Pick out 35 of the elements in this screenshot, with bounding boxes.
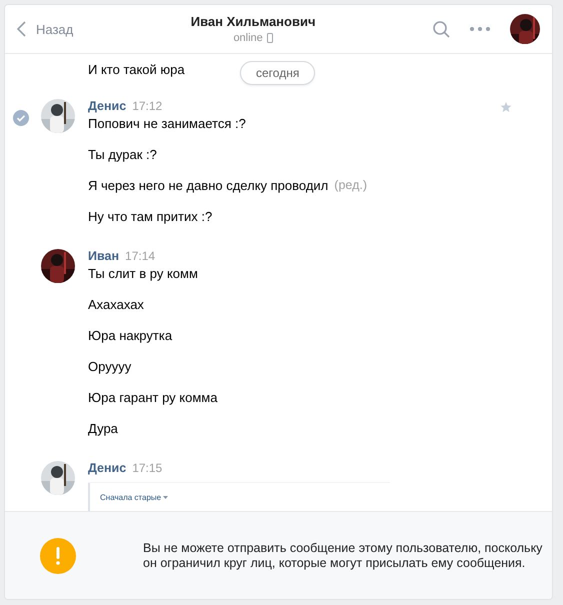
- chevron-left-icon: [17, 21, 26, 37]
- message-group[interactable]: Иван 17:14 Ты слит в ру комм Ахахахах Юра накрутка Оруууу Юра гарант ру комма Дура: [5, 235, 552, 447]
- message-text: И кто такой юра: [88, 62, 185, 77]
- search-button[interactable]: [433, 20, 450, 38]
- caret-icon: [163, 496, 168, 499]
- author-name[interactable]: Иван: [88, 249, 120, 263]
- message-text: Юра накрутка: [88, 328, 172, 345]
- message-text: Попович не занимается :?: [88, 116, 246, 133]
- more-button[interactable]: [470, 27, 490, 31]
- message-text: Оруууу: [88, 359, 132, 376]
- star-icon[interactable]: [500, 101, 512, 113]
- message-text: Ну что там притих :?: [88, 209, 212, 226]
- message-time: 17:15: [132, 461, 162, 475]
- edited-label: (ред.): [334, 178, 368, 194]
- message-group[interactable]: Денис 17:12 Попович не занимается :? Ты дурак :? Я через него не давно сделку проводил (ред.) Ну что там притих :?: [5, 85, 552, 235]
- warning-icon: [40, 538, 76, 574]
- search-icon: [433, 20, 450, 38]
- notice-text: Вы не можете отправить сообщение этому пользователю, поскольку он ограничил круг лиц, которые могут присылать ему сообщения.: [143, 540, 543, 570]
- author-name[interactable]: Денис: [88, 99, 126, 113]
- message-text: Юра гарант ру комма: [88, 390, 218, 407]
- phone-icon: [266, 33, 273, 43]
- more-icon: [470, 27, 490, 31]
- sort-link[interactable]: Сначала старые: [100, 493, 390, 502]
- message-text: Дура: [88, 421, 118, 438]
- author-name[interactable]: Денис: [88, 461, 126, 475]
- chat-title: Иван Хильманович: [190, 14, 316, 29]
- message-text: Я через него не давно сделку проводил: [88, 178, 328, 195]
- message-text: Ахахахах: [88, 297, 144, 314]
- message-text: Ты дурак :?: [88, 147, 157, 164]
- message-time: 17:12: [132, 99, 162, 113]
- message-text: Ты слит в ру комм: [88, 266, 198, 283]
- check-icon[interactable]: [13, 110, 29, 126]
- online-status: online: [233, 32, 263, 44]
- message-time: 17:14: [125, 249, 156, 263]
- date-badge: сегодня: [240, 61, 316, 85]
